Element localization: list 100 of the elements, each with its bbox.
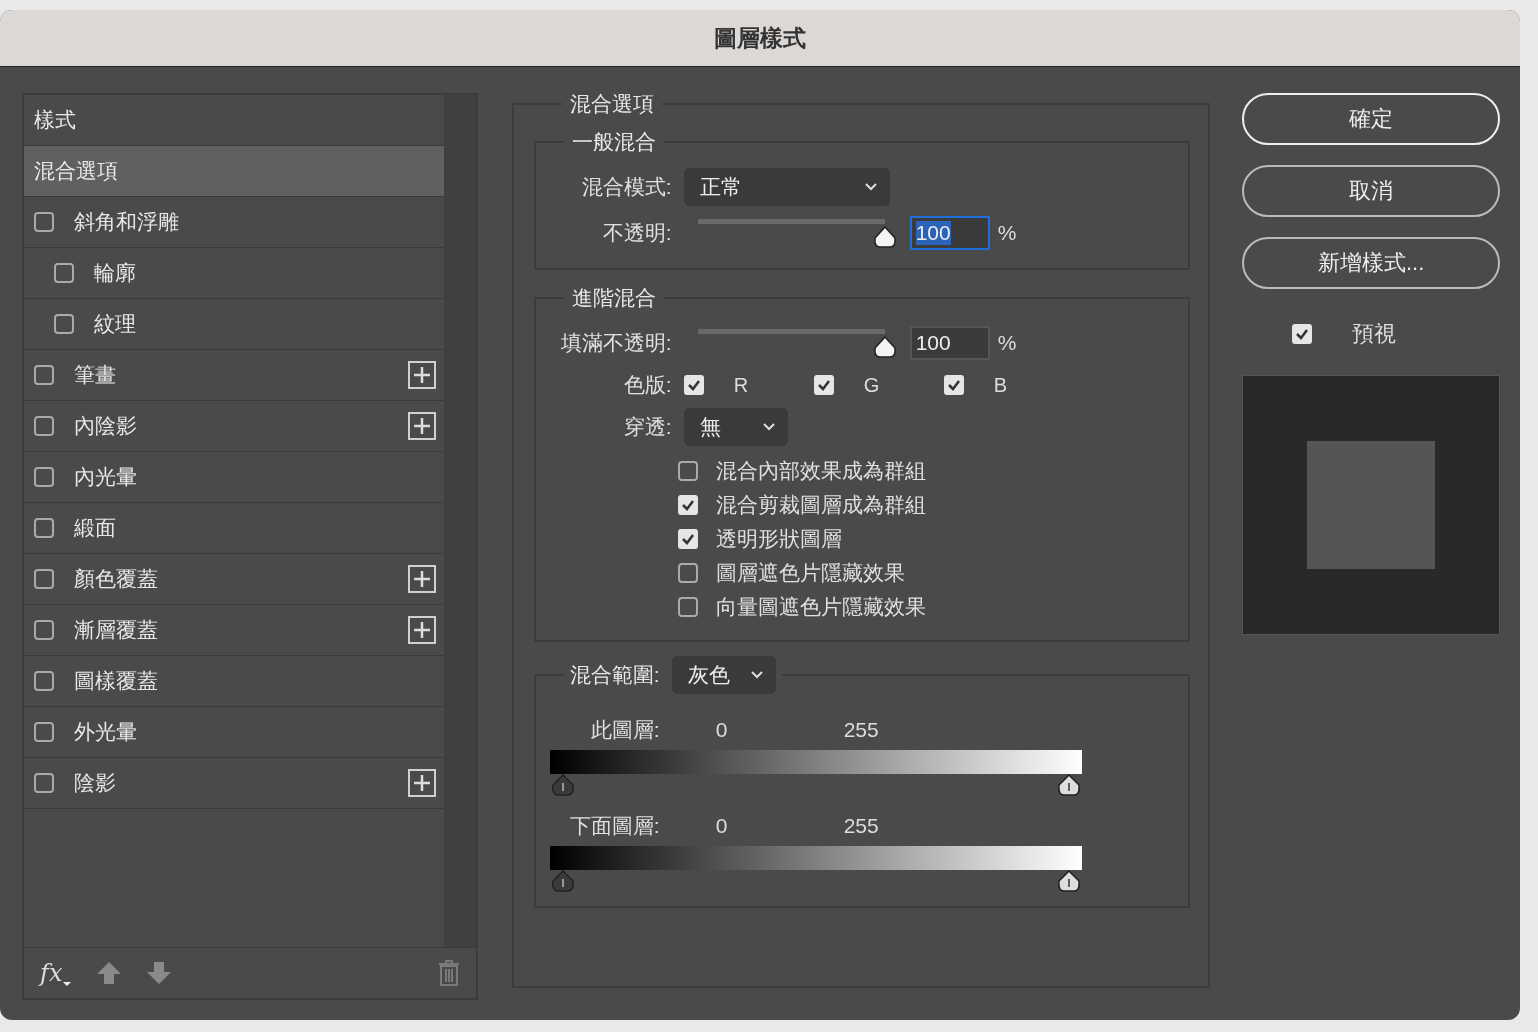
knockout-dropdown[interactable]: 無 xyxy=(683,408,788,446)
dialog-button[interactable]: 取消 xyxy=(1242,165,1500,217)
checkbox[interactable] xyxy=(34,467,54,487)
channel-label: G xyxy=(863,373,880,397)
slider-thumb[interactable] xyxy=(1055,870,1082,892)
style-list-item[interactable]: 紋理 xyxy=(24,299,444,350)
checkbox[interactable] xyxy=(54,314,74,334)
range-value: 255 xyxy=(843,718,879,742)
add-icon[interactable] xyxy=(408,412,436,440)
checkbox[interactable] xyxy=(1292,324,1313,344)
field-label: 色版: xyxy=(622,372,672,398)
checkbox[interactable] xyxy=(34,212,54,232)
style-list-item[interactable]: 緞面 xyxy=(24,503,444,554)
add-icon[interactable] xyxy=(408,616,436,644)
field-label: 混合模式: xyxy=(580,174,672,200)
slider-thumb[interactable] xyxy=(871,335,898,359)
checkbox[interactable] xyxy=(34,671,54,691)
slider-track[interactable] xyxy=(697,327,898,359)
slider-thumb[interactable] xyxy=(549,870,576,892)
effect-label: 斜角和浮雕 xyxy=(74,209,180,235)
fx-button[interactable]: fx xyxy=(40,959,73,987)
effect-label: 筆畫 xyxy=(74,362,117,388)
checkbox[interactable] xyxy=(813,375,834,395)
checkbox[interactable] xyxy=(34,518,54,538)
style-list-item[interactable]: 外光暈 xyxy=(24,707,444,758)
checkbox[interactable] xyxy=(34,620,54,640)
slider-thumb[interactable] xyxy=(549,774,576,796)
unit-label: % xyxy=(997,331,1017,355)
checkbox[interactable] xyxy=(677,529,698,549)
checkbox[interactable] xyxy=(34,365,54,385)
checkbox[interactable] xyxy=(34,722,54,742)
checkbox[interactable] xyxy=(683,375,704,395)
dialog-button[interactable]: 新增樣式... xyxy=(1242,237,1500,289)
section-title: 進階混合 xyxy=(570,285,657,311)
style-list-item[interactable]: 筆畫 xyxy=(24,350,444,401)
effect-label: 內光暈 xyxy=(74,464,138,490)
channel-label: R xyxy=(733,373,749,397)
checkbox[interactable] xyxy=(943,375,964,395)
option-label: 混合剪裁圖層成為群組 xyxy=(715,492,926,518)
down-arrow-icon[interactable] xyxy=(146,961,173,985)
checkbox[interactable] xyxy=(677,563,698,583)
dialog-button[interactable]: 確定 xyxy=(1242,93,1500,145)
style-list-item[interactable]: 內光暈 xyxy=(24,452,444,503)
checkbox[interactable] xyxy=(34,569,54,589)
style-list-item[interactable]: 輪廓 xyxy=(24,248,444,299)
field-label: 填滿不透明: xyxy=(559,330,672,356)
add-icon[interactable] xyxy=(408,565,436,593)
blend-if-dropdown[interactable]: 灰色 xyxy=(671,656,776,694)
effect-label: 紋理 xyxy=(94,311,137,337)
add-icon[interactable] xyxy=(408,769,436,797)
effect-label: 顏色覆蓋 xyxy=(74,566,159,592)
chevron-icon xyxy=(749,670,764,680)
style-list-item[interactable]: 圖樣覆蓋 xyxy=(24,656,444,707)
checkbox[interactable] xyxy=(677,495,698,515)
section-title: 混合選項 xyxy=(568,91,655,117)
option-label: 圖層遮色片隱藏效果 xyxy=(715,560,905,586)
chevron-icon xyxy=(761,422,776,432)
style-list-item[interactable]: 內陰影 xyxy=(24,401,444,452)
number-field[interactable]: 100 xyxy=(909,216,990,250)
checkbox[interactable] xyxy=(54,263,74,283)
slider-track[interactable] xyxy=(697,217,898,249)
effect-label: 輪廓 xyxy=(94,260,137,286)
range-value: 255 xyxy=(843,814,879,838)
effect-label: 圖樣覆蓋 xyxy=(74,668,159,694)
channel-label: B xyxy=(993,373,1007,397)
add-icon[interactable] xyxy=(408,361,436,389)
option-label: 透明形狀圖層 xyxy=(715,526,842,552)
slider-thumb[interactable] xyxy=(871,225,898,249)
up-arrow-icon[interactable] xyxy=(96,961,123,985)
range-value: 0 xyxy=(714,814,729,838)
range-label: 下面圖層: xyxy=(568,813,660,839)
style-list-item[interactable]: 顏色覆蓋 xyxy=(24,554,444,605)
range-label: 此圖層: xyxy=(589,717,660,743)
range-value: 0 xyxy=(714,718,729,742)
option-label: 混合內部效果成為群組 xyxy=(715,458,926,484)
option-label: 向量圖遮色片隱藏效果 xyxy=(715,594,926,620)
effect-label: 緞面 xyxy=(74,515,117,541)
number-field[interactable]: 100 xyxy=(909,326,990,360)
effect-label: 外光暈 xyxy=(74,719,138,745)
slider-thumb[interactable] xyxy=(1055,774,1082,796)
section-title: 一般混合 xyxy=(570,129,657,155)
style-list-item[interactable]: 斜角和浮雕 xyxy=(24,197,444,248)
unit-label: % xyxy=(997,221,1017,245)
chevron-icon xyxy=(863,182,878,192)
field-label: 不透明: xyxy=(601,220,672,246)
style-list-item[interactable]: 混合選項 xyxy=(24,146,444,197)
style-list-item[interactable]: 漸層覆蓋 xyxy=(24,605,444,656)
caret-icon[interactable] xyxy=(62,979,73,987)
scrollbar[interactable] xyxy=(444,95,476,947)
section-title: 混合範圍: xyxy=(569,662,660,688)
style-list-item[interactable]: 陰影 xyxy=(24,758,444,809)
checkbox[interactable] xyxy=(677,597,698,617)
dialog-title: 圖層樣式 xyxy=(714,23,806,53)
checkbox[interactable] xyxy=(34,773,54,793)
field-label: 穿透: xyxy=(622,414,672,440)
checkbox[interactable] xyxy=(677,461,698,481)
checkbox[interactable] xyxy=(34,416,54,436)
effect-label: 漸層覆蓋 xyxy=(74,617,159,643)
effect-label: 內陰影 xyxy=(74,413,138,439)
blend-mode-dropdown[interactable]: 正常 xyxy=(683,168,890,206)
